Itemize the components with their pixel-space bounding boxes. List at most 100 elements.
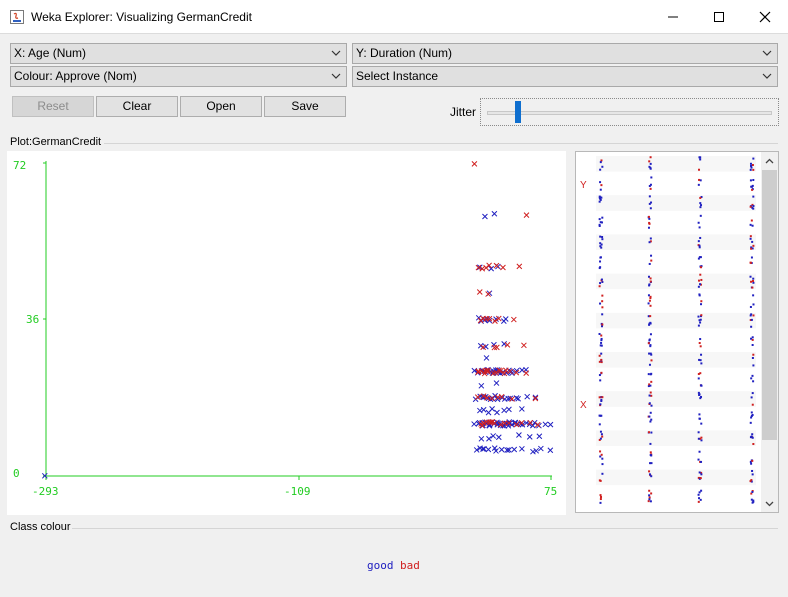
chevron-down-icon	[762, 50, 772, 56]
matrix-row[interactable]	[596, 175, 756, 192]
matrix-row[interactable]	[596, 391, 756, 407]
close-button[interactable]	[742, 0, 788, 34]
matrix-dot	[650, 404, 653, 407]
matrix-dot	[698, 178, 701, 181]
matrix-dot	[649, 391, 652, 394]
matrix-dot	[600, 398, 603, 401]
matrix-dot	[599, 256, 602, 259]
matrix-dot	[600, 325, 603, 328]
matrix-dot	[601, 216, 604, 219]
reset-button[interactable]: Reset	[12, 96, 94, 117]
matrix-scrollbar[interactable]	[761, 152, 778, 512]
matrix-dot	[697, 240, 700, 243]
select-instance-select[interactable]: Select Instance	[352, 66, 778, 87]
matrix-row[interactable]	[596, 195, 756, 211]
matrix-dot	[749, 162, 752, 165]
jitter-slider[interactable]	[480, 98, 779, 126]
data-point-good	[536, 433, 543, 440]
y-axis-select[interactable]: Y: Duration (Num)	[352, 43, 778, 64]
minimize-button[interactable]	[650, 0, 696, 34]
matrix-row[interactable]	[596, 156, 756, 172]
matrix-row[interactable]	[596, 371, 756, 388]
data-point-bad	[516, 263, 523, 270]
matrix-dot	[752, 281, 755, 284]
data-point-bad	[521, 342, 527, 349]
matrix-row[interactable]	[596, 410, 756, 427]
clear-button[interactable]: Clear	[96, 96, 178, 117]
scatter-plot-canvas[interactable]: 72 36 0 -293 -109 75	[7, 151, 566, 515]
class-legend-good[interactable]: good	[367, 559, 394, 572]
matrix-dot	[751, 473, 754, 476]
close-icon	[759, 11, 771, 23]
matrix-dot	[649, 237, 652, 240]
matrix-dot	[751, 490, 754, 493]
matrix-row[interactable]	[596, 214, 756, 231]
matrix-row[interactable]	[596, 273, 756, 290]
data-point-good	[542, 421, 549, 428]
scatter-plot[interactable]: 72 36 0 -293 -109 75	[7, 151, 566, 515]
matrix-dot	[601, 472, 604, 475]
matrix-row[interactable]	[596, 430, 756, 446]
matrix-dot	[751, 184, 754, 187]
attribute-matrix[interactable]: Y X	[576, 152, 762, 512]
scrollbar-thumb[interactable]	[762, 170, 777, 440]
matrix-row[interactable]	[596, 489, 756, 505]
matrix-dot	[598, 224, 601, 227]
matrix-dot	[697, 221, 700, 224]
y-tick-label: 0	[13, 467, 20, 480]
matrix-dot	[700, 303, 703, 306]
jitter-slider-thumb[interactable]	[515, 101, 522, 123]
matrix-dot	[601, 313, 604, 316]
x-axis-select[interactable]: X: Age (Num)	[10, 43, 347, 64]
matrix-dot	[601, 236, 604, 239]
matrix-dot	[600, 371, 603, 374]
matrix-dot	[698, 342, 701, 345]
matrix-row[interactable]	[596, 469, 756, 486]
matrix-dot	[752, 157, 755, 160]
matrix-dot	[598, 374, 601, 377]
matrix-dot	[649, 280, 652, 283]
matrix-row[interactable]	[596, 293, 756, 309]
matrix-dot	[750, 256, 753, 259]
matrix-dot	[647, 373, 650, 376]
matrix-dot	[749, 235, 752, 238]
chevron-down-icon	[331, 73, 341, 79]
data-point-good	[480, 406, 487, 413]
matrix-dot	[750, 318, 753, 321]
open-button[interactable]: Open	[180, 96, 262, 117]
matrix-dot	[752, 499, 755, 502]
scroll-up-icon[interactable]	[764, 156, 775, 167]
matrix-dot	[647, 431, 650, 434]
save-button[interactable]: Save	[264, 96, 346, 117]
matrix-dot	[650, 254, 653, 257]
matrix-dot	[650, 431, 653, 434]
matrix-row[interactable]	[596, 332, 756, 348]
matrix-dot	[648, 470, 651, 473]
matrix-dot	[752, 314, 755, 317]
matrix-dot	[601, 463, 604, 466]
matrix-row[interactable]	[596, 234, 756, 250]
matrix-row[interactable]	[596, 450, 756, 466]
y-tick-label: 72	[13, 159, 26, 172]
matrix-dot	[650, 475, 653, 478]
matrix-row[interactable]	[596, 352, 756, 368]
matrix-dot	[700, 489, 703, 492]
scroll-down-icon[interactable]	[764, 498, 775, 509]
matrix-dot	[601, 306, 604, 309]
matrix-dot	[749, 223, 752, 226]
matrix-row[interactable]	[596, 312, 756, 329]
matrix-dot	[752, 178, 755, 181]
colour-select[interactable]: Colour: Approve (Nom)	[10, 66, 347, 87]
matrix-row[interactable]	[596, 254, 756, 270]
matrix-dot	[750, 247, 753, 250]
jitter-slider-track	[487, 111, 772, 115]
attribute-matrix-panel[interactable]: Y X	[575, 151, 779, 513]
colour-select-value: Colour: Approve (Nom)	[14, 69, 137, 83]
matrix-dot	[697, 315, 700, 318]
matrix-dot	[599, 379, 602, 382]
matrix-dot	[749, 237, 752, 240]
matrix-dot	[700, 353, 703, 356]
matrix-dot	[599, 235, 602, 238]
class-legend-bad[interactable]: bad	[400, 559, 420, 572]
maximize-button[interactable]	[696, 0, 742, 34]
